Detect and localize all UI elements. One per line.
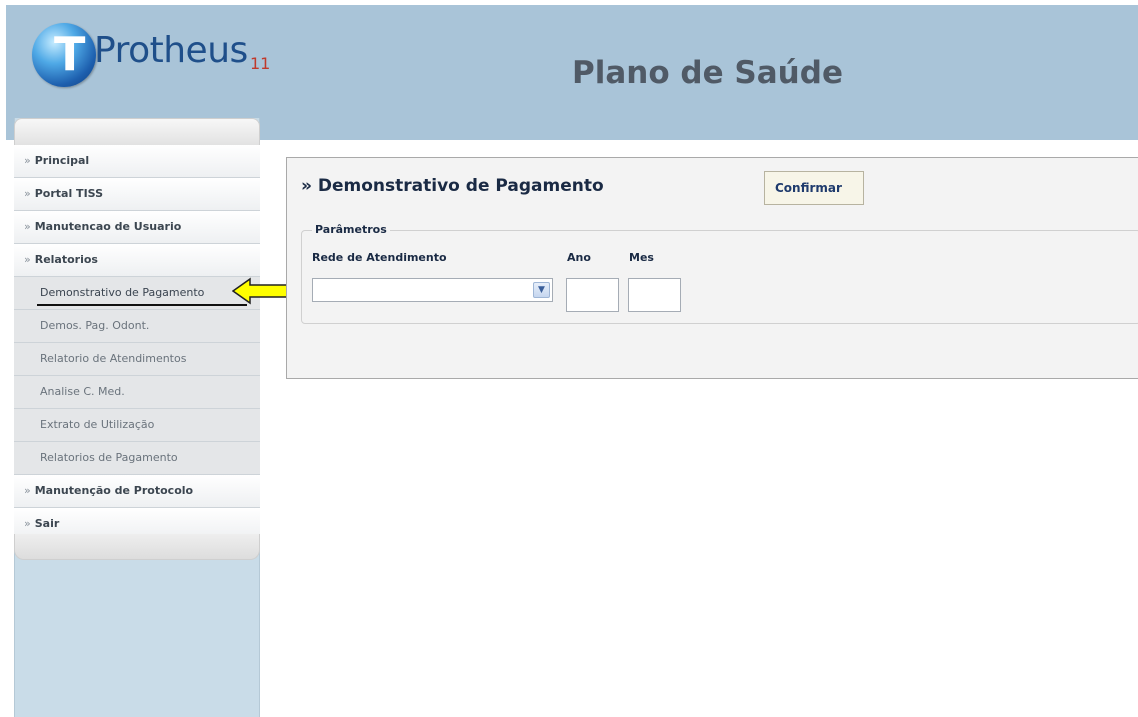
sidebar-menu: » Principal» Portal TISS» Manutencao de Usu… <box>14 145 260 541</box>
mes-input[interactable] <box>628 278 681 312</box>
page-title: Plano de Saúde <box>572 55 843 91</box>
sidebar-item-label: Demos. Pag. Odont. <box>40 319 150 332</box>
chevron-down-icon[interactable]: ▼ <box>533 282 550 298</box>
rede-select[interactable]: ▼ <box>312 278 553 302</box>
report-panel: » Demonstrativo de Pagamento Parâmetros … <box>286 157 1138 379</box>
sidebar-top-cap <box>14 118 260 146</box>
mes-label: Mes <box>629 251 654 264</box>
confirm-button[interactable]: Confirmar <box>764 171 864 205</box>
chevron-right-icon: » <box>24 187 31 200</box>
sidebar-item-label: Relatorio de Atendimentos <box>40 352 187 365</box>
sidebar-item-label: Sair <box>34 517 60 530</box>
sidebar-item-label: Manutencao de Usuario <box>34 220 182 233</box>
logo-version: 11 <box>250 54 271 73</box>
sidebar-item-label: Relatorios de Pagamento <box>40 451 178 464</box>
chevron-right-icon: » <box>24 253 31 266</box>
sidebar-item-label: Extrato de Utilização <box>40 418 155 431</box>
chevron-right-icon: » <box>24 220 31 233</box>
rede-label: Rede de Atendimento <box>312 251 447 264</box>
sidebar-item-8[interactable]: Extrato de Utilização <box>14 409 260 442</box>
ano-input[interactable] <box>566 278 619 312</box>
sidebar-item-label: Demonstrativo de Pagamento <box>40 286 205 299</box>
logo-letter: T <box>54 27 86 81</box>
protheus-logo: T Protheus 11 <box>32 21 272 111</box>
sidebar-item-6[interactable]: Relatorio de Atendimentos <box>14 343 260 376</box>
ano-label: Ano <box>567 251 591 264</box>
parameters-fieldset: Parâmetros Rede de Atendimento Ano Mes ▼ <box>301 223 1138 324</box>
sidebar-item-5[interactable]: Demos. Pag. Odont. <box>14 310 260 343</box>
sidebar-item-label: Manutenção de Protocolo <box>34 484 194 497</box>
sidebar-item-10[interactable]: » Manutenção de Protocolo <box>14 475 260 508</box>
sidebar-item-9[interactable]: Relatorios de Pagamento <box>14 442 260 475</box>
highlight-underline <box>37 304 247 306</box>
parameters-legend: Parâmetros <box>312 223 390 236</box>
chevron-right-icon: » <box>24 154 31 167</box>
sidebar-item-label: Portal TISS <box>34 187 104 200</box>
sidebar-bottom-cap <box>14 534 260 560</box>
sidebar-item-0[interactable]: » Principal <box>14 145 260 178</box>
sidebar-item-label: Principal <box>34 154 90 167</box>
panel-title: » Demonstrativo de Pagamento <box>301 176 604 196</box>
sidebar-item-3[interactable]: » Relatorios <box>14 244 260 277</box>
chevron-right-icon: » <box>24 517 31 530</box>
sidebar-item-2[interactable]: » Manutencao de Usuario <box>14 211 260 244</box>
sidebar-item-1[interactable]: » Portal TISS <box>14 178 260 211</box>
chevron-right-icon: » <box>24 484 31 497</box>
sidebar-item-7[interactable]: Analise C. Med. <box>14 376 260 409</box>
sidebar-item-label: Analise C. Med. <box>40 385 125 398</box>
sidebar-item-label: Relatorios <box>34 253 98 266</box>
logo-text: Protheus <box>94 30 248 71</box>
